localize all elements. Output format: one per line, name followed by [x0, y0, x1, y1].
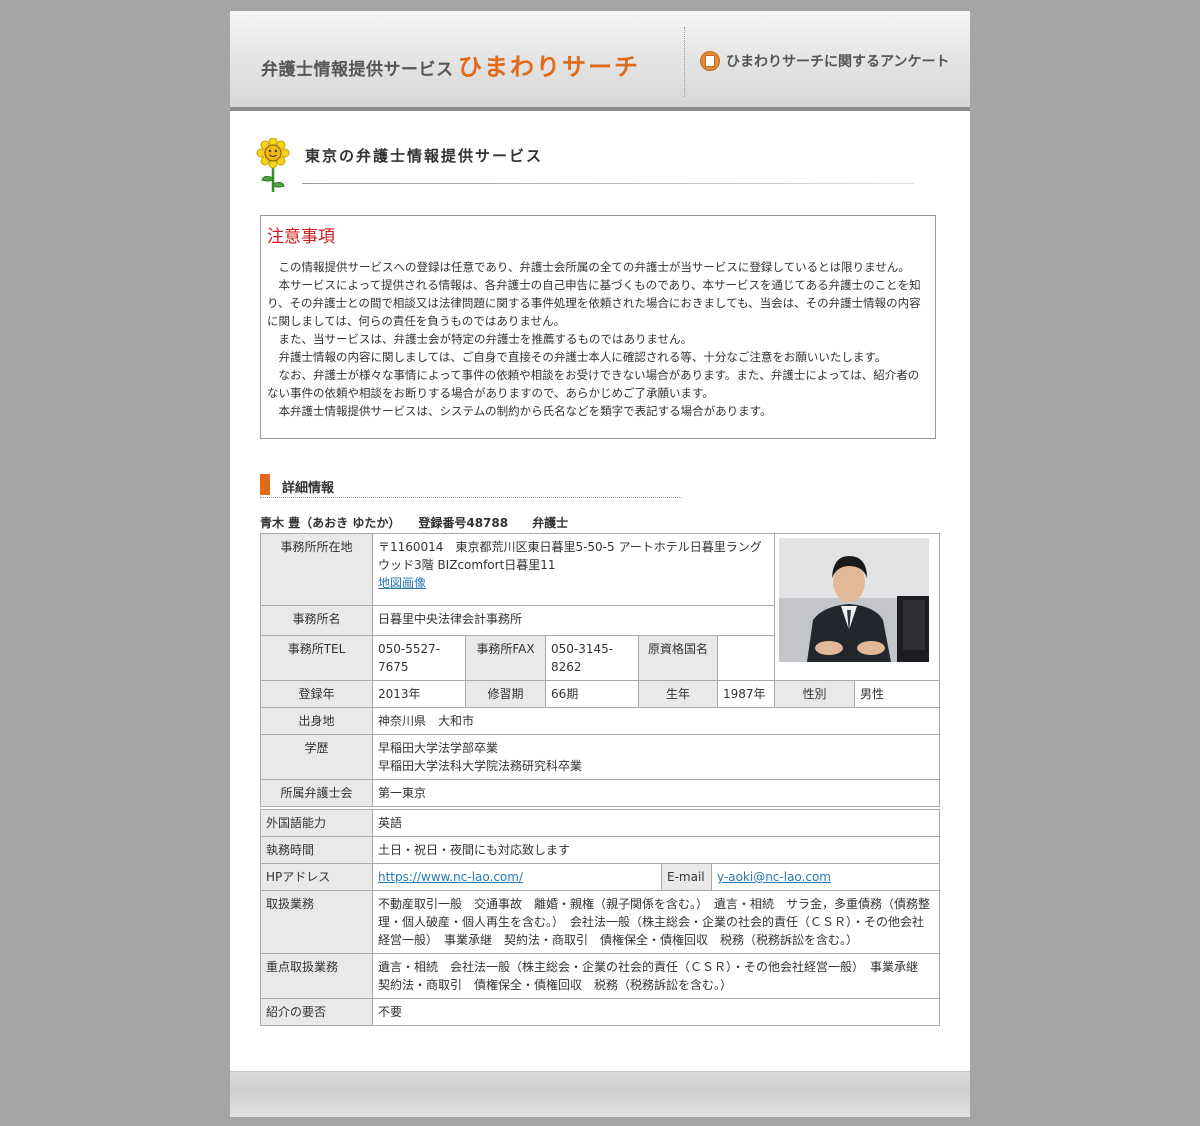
- hours-value: 土日・祝日・夜間にも対応致します: [372, 836, 940, 864]
- practice-info-table: 外国語能力 英語 執務時間 土日・祝日・夜間にも対応致します HPアドレス ht…: [260, 809, 940, 1026]
- page: 弁護士情報提供サービス ひまわりサーチ ひまわりサーチに関するアンケート 東京の…: [230, 11, 970, 1117]
- bar-association-value: 第一東京: [371, 779, 941, 807]
- lawyer-name-line: 青木 豊（あおき ゆたか） 登録番号48788 弁護士: [260, 516, 569, 530]
- language-label: 外国語能力: [260, 809, 373, 837]
- office-address-label: 事務所所在地: [260, 533, 373, 606]
- heading-accent-bar: [260, 474, 270, 495]
- notice-box: 注意事項 この情報提供サービスへの登録は任意であり、弁護士会所属の全ての弁護士が…: [260, 215, 936, 439]
- site-footer: [230, 1071, 970, 1117]
- notice-title: 注意事項: [267, 227, 335, 247]
- hp-link[interactable]: https://www.nc-lao.com/: [378, 870, 523, 884]
- education-item: 早稲田大学法科大学院法務研究科卒業: [378, 759, 583, 773]
- site-name-logo[interactable]: ひまわりサーチ: [458, 47, 640, 82]
- survey-link[interactable]: ひまわりサーチに関するアンケート: [700, 51, 949, 71]
- office-name: 日暮里中央法律会計事務所: [371, 605, 776, 636]
- practice-value: 不動産取引一般 交通事故 離婚・親権（親子関係を含む。） 遺言・相続 サラ金，多…: [372, 890, 940, 954]
- office-address-cell: 〒1160014 東京都荒川区東日暮里5-50-5 アートホテル日暮里ラングウッ…: [371, 533, 776, 606]
- tel-label: 事務所TEL: [260, 635, 373, 681]
- detail-title: 詳細情報: [282, 481, 335, 496]
- email-cell: y-aoki@nc-lao.com: [711, 863, 940, 891]
- lawyer-detail-table: 事務所所在地 〒1160014 東京都荒川区東日暮里5-50-5 アートホテル日…: [260, 533, 941, 807]
- notice-paragraph: この情報提供サービスへの登録は任意であり、弁護士会所属の全ての弁護士が当サービス…: [278, 260, 910, 274]
- office-address: 〒1160014 東京都荒川区東日暮里5-50-5 アートホテル日暮里ラングウッ…: [378, 540, 762, 572]
- training-label: 修習期: [465, 680, 546, 708]
- map-link[interactable]: 地図画像: [378, 576, 426, 590]
- tel-value: 050-5527-7675: [372, 635, 466, 681]
- language-value: 英語: [372, 809, 940, 837]
- hp-label: HPアドレス: [260, 863, 373, 891]
- notice-paragraph: なお、弁護士が様々な事情によって事件の依頼や相談をお受けできない場合があります。…: [267, 368, 920, 400]
- gender-value: 男性: [854, 680, 941, 708]
- survey-link-label: ひまわりサーチに関するアンケート: [726, 54, 950, 70]
- orig-qual-value: [716, 635, 776, 681]
- sunflower-icon: [256, 138, 290, 192]
- focus-practice-value: 遺言・相続 会社法一般（株主総会・企業の社会的責任（ＣＳＲ）・その他会社経営一般…: [372, 953, 940, 999]
- document-icon: [700, 51, 720, 71]
- referral-label: 紹介の要否: [260, 998, 373, 1026]
- hp-cell: https://www.nc-lao.com/: [372, 863, 662, 891]
- lawyer-photo: [779, 538, 930, 662]
- notice-paragraph: 本弁護士情報提供サービスは、システムの制約から氏名などを類字で表記する場合があり…: [278, 404, 772, 418]
- email-link[interactable]: y-aoki@nc-lao.com: [717, 870, 831, 884]
- birth-year-value: 1987年: [716, 680, 776, 708]
- photo-cell: [774, 533, 941, 681]
- notice-paragraph: 本サービスによって提供される情報は、各弁護士の自己申告に基づくものであり、本サー…: [267, 278, 921, 328]
- site-header: 弁護士情報提供サービス ひまわりサーチ ひまわりサーチに関するアンケート: [230, 11, 970, 107]
- fax-label: 事務所FAX: [465, 635, 546, 681]
- header-bottom-bar: [230, 107, 970, 111]
- birth-year-label: 生年: [638, 680, 718, 708]
- site-subtitle: 弁護士情報提供サービス: [261, 60, 454, 80]
- email-label: E-mail: [661, 863, 712, 891]
- notice-paragraph: また、当サービスは、弁護士会が特定の弁護士を推薦するものではありません。: [278, 332, 693, 346]
- notice-paragraph: 弁護士情報の内容に関しましては、ご自身で直接その弁護士本人に確認される等、十分な…: [278, 350, 887, 364]
- education-label: 学歴: [260, 734, 373, 780]
- education-cell: 早稲田大学法学部卒業 早稲田大学法科大学院法務研究科卒業: [371, 734, 941, 780]
- header-divider: [684, 27, 685, 97]
- reg-year-value: 2013年: [372, 680, 466, 708]
- gender-label: 性別: [774, 680, 856, 708]
- detail-section-heading: 詳細情報: [260, 474, 682, 498]
- title-underline: [302, 183, 914, 184]
- focus-practice-label: 重点取扱業務: [260, 953, 373, 999]
- reg-year-label: 登録年: [260, 680, 373, 708]
- bar-association-label: 所属弁護士会: [260, 779, 373, 807]
- training-value: 66期: [545, 680, 639, 708]
- birthplace-label: 出身地: [260, 707, 373, 735]
- education-item: 早稲田大学法学部卒業: [378, 741, 499, 755]
- hours-label: 執務時間: [260, 836, 373, 864]
- practice-label: 取扱業務: [260, 890, 373, 954]
- fax-value: 050-3145-8262: [545, 635, 639, 681]
- notice-body: この情報提供サービスへの登録は任意であり、弁護士会所属の全ての弁護士が当サービス…: [267, 258, 927, 420]
- office-name-label: 事務所名: [260, 605, 373, 636]
- orig-qual-label: 原資格国名: [638, 635, 718, 681]
- birthplace-value: 神奈川県 大和市: [371, 707, 941, 735]
- page-title: 東京の弁護士情報提供サービス: [305, 147, 544, 165]
- referral-value: 不要: [372, 998, 940, 1026]
